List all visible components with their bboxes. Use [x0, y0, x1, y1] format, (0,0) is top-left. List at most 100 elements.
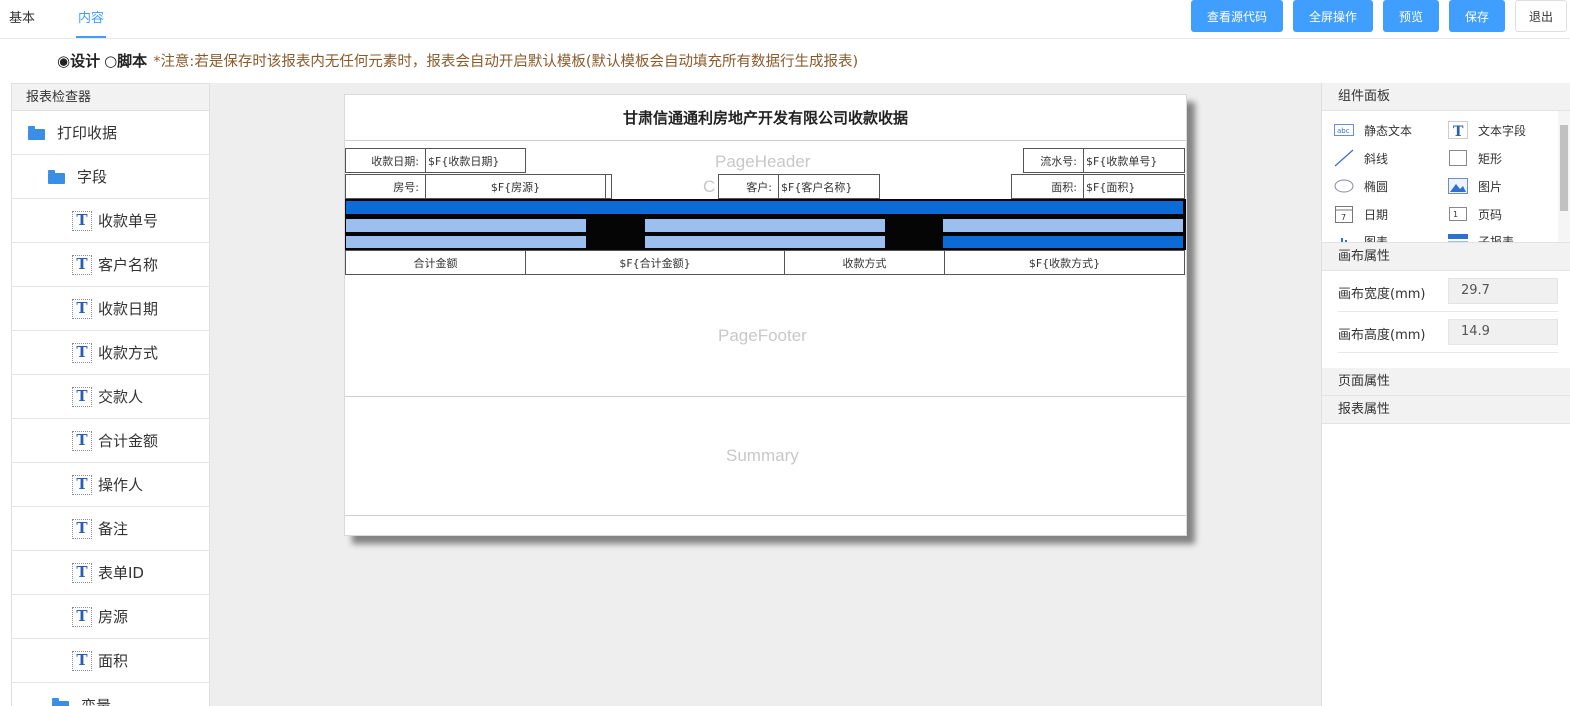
component-text-field[interactable]: T 文本字段 [1448, 121, 1526, 139]
text-field-icon: T [72, 474, 92, 495]
tree-root[interactable]: 打印收据 [12, 111, 209, 155]
text-field-icon: T [72, 430, 92, 451]
design-canvas[interactable]: 甘肃信通通利房地产开发有限公司收款收据 PageHeader 收款日期: $F{… [210, 83, 1321, 706]
canvas-height-input[interactable]: 14.9 [1448, 319, 1558, 345]
text-field-icon: T [72, 518, 92, 539]
component-line[interactable]: 斜线 [1334, 149, 1388, 167]
total-label-cell[interactable]: 合计金额 [345, 250, 526, 275]
svg-text:abc: abc [1337, 127, 1350, 135]
svg-text:1: 1 [1453, 210, 1458, 219]
tree-group-variables[interactable]: 变量 [12, 683, 209, 706]
report-inspector: 报表检查器 打印收据 字段 T 收款单号 T 客户名称 T 收款日期 T 收款方式 T 交款人 T 合… [11, 83, 210, 706]
text-field-icon: T [72, 254, 92, 275]
text-field-icon: T [1448, 121, 1468, 139]
tree-field-item[interactable]: T 面积 [12, 639, 209, 683]
inspector-title: 报表检查器 [12, 84, 209, 111]
tree-field-item[interactable]: T 交款人 [12, 375, 209, 419]
text-field-icon: T [72, 342, 92, 363]
tab-content[interactable]: 内容 [75, 7, 107, 38]
script-radio[interactable]: ○脚本 [104, 50, 147, 71]
detail-bar-row-3-c [943, 236, 1183, 248]
tree-field-item[interactable]: T 客户名称 [12, 243, 209, 287]
page-props-title[interactable]: 页面属性 [1322, 368, 1570, 396]
component-label: 图片 [1478, 179, 1503, 194]
save-button[interactable]: 保存 [1449, 0, 1505, 32]
room-label-cell[interactable]: 房号: [345, 174, 426, 199]
svg-text:7: 7 [1341, 213, 1346, 222]
text-field-icon: T [72, 650, 92, 671]
scrollbar-thumb[interactable] [1560, 125, 1568, 211]
component-subreport[interactable]: 子报表 [1448, 232, 1515, 243]
method-value-cell[interactable]: $F{收款方式} [944, 250, 1185, 275]
component-scrollbar[interactable] [1558, 111, 1570, 242]
total-value-cell[interactable]: $F{合计金额} [525, 250, 785, 275]
view-source-button[interactable]: 查看源代码 [1191, 0, 1283, 32]
subreport-icon [1448, 232, 1468, 242]
tree-field-label: 合计金额 [98, 432, 159, 450]
ellipse-icon [1334, 177, 1354, 195]
folder-icon [48, 169, 65, 184]
component-label: 静态文本 [1364, 123, 1413, 138]
fullscreen-button[interactable]: 全屏操作 [1293, 0, 1373, 32]
line-icon [1334, 149, 1354, 167]
tab-basic[interactable]: 基本 [9, 7, 35, 26]
tree-field-item[interactable]: T 表单ID [12, 551, 209, 595]
detail-bar-row-2-b [645, 219, 885, 232]
design-radio[interactable]: ◉设计 [57, 50, 100, 71]
component-page-number[interactable]: 1 页码 [1448, 205, 1502, 223]
tree-field-item[interactable]: T 收款方式 [12, 331, 209, 375]
component-static-text[interactable]: abc 静态文本 [1334, 121, 1412, 139]
serial-label-cell[interactable]: 流水号: [1023, 148, 1084, 173]
folder-icon [28, 125, 45, 140]
text-field-icon: T [72, 386, 92, 407]
band-page-header-label: PageHeader [715, 152, 811, 171]
component-label: 矩形 [1478, 151, 1503, 166]
component-label: 文本字段 [1478, 123, 1527, 138]
tree-field-item[interactable]: T 收款日期 [12, 287, 209, 331]
properties-panel: 组件面板 abc 静态文本 T 文本字段 斜线 矩形 椭圆 图片 7 日期 1 页码 图表 子报表 画布属… [1321, 83, 1570, 706]
date-label-cell[interactable]: 收款日期: [345, 148, 426, 173]
tree-group-fields[interactable]: 字段 [12, 155, 209, 199]
static-text-icon: abc [1334, 121, 1354, 139]
tree-field-item[interactable]: T 房源 [12, 595, 209, 639]
tree-field-item[interactable]: T 备注 [12, 507, 209, 551]
method-label-cell[interactable]: 收款方式 [784, 250, 945, 275]
band-summary-label: Summary [726, 446, 799, 465]
tree-field-item[interactable]: T 操作人 [12, 463, 209, 507]
tree-group-label: 字段 [77, 168, 108, 186]
canvas-props-title[interactable]: 画布属性 [1322, 243, 1570, 271]
report-title[interactable]: 甘肃信通通利房地产开发有限公司收款收据 [345, 95, 1186, 141]
mode-note: *注意:若是保存时该报表内无任何元素时，报表会自动开启默认模板(默认模板会自动填… [153, 53, 859, 70]
component-image[interactable]: 图片 [1448, 177, 1502, 195]
detail-bar-row-1 [346, 201, 1183, 214]
text-field-icon: T [72, 562, 92, 583]
customer-value-cell[interactable]: $F{客户名称} [778, 174, 880, 199]
text-field-icon: T [72, 606, 92, 627]
tree-field-item[interactable]: T 合计金额 [12, 419, 209, 463]
canvas-width-input[interactable]: 29.7 [1448, 278, 1558, 304]
detail-band-bars[interactable] [345, 199, 1186, 250]
tree-field-label: 收款日期 [98, 300, 159, 318]
customer-label-cell[interactable]: 客户: [718, 174, 779, 199]
text-field-icon: T [72, 210, 92, 231]
exit-button[interactable]: 退出 [1515, 0, 1567, 32]
component-label: 日期 [1364, 207, 1389, 222]
area-value-cell[interactable]: $F{面积} [1083, 174, 1185, 199]
serial-value-cell[interactable]: $F{收款单号} [1083, 148, 1185, 173]
component-ellipse[interactable]: 椭圆 [1334, 177, 1388, 195]
tree-field-label: 交款人 [98, 388, 144, 406]
report-page[interactable]: 甘肃信通通利房地产开发有限公司收款收据 PageHeader 收款日期: $F{… [344, 94, 1187, 536]
band-divider [345, 515, 1186, 516]
component-label: 椭圆 [1364, 179, 1389, 194]
room-value-cell[interactable]: $F{房源} [425, 174, 606, 199]
component-chart[interactable]: 图表 [1334, 232, 1388, 242]
report-props-title[interactable]: 报表属性 [1322, 396, 1570, 424]
date-value-cell[interactable]: $F{收款日期} [425, 148, 526, 173]
tree-field-item[interactable]: T 收款单号 [12, 199, 209, 243]
area-label-cell[interactable]: 面积: [1011, 174, 1084, 199]
preview-button[interactable]: 预览 [1383, 0, 1439, 32]
component-date[interactable]: 7 日期 [1334, 205, 1388, 223]
tree-field-label: 客户名称 [98, 256, 159, 274]
component-label: 子报表 [1478, 234, 1515, 243]
component-rectangle[interactable]: 矩形 [1448, 149, 1502, 167]
